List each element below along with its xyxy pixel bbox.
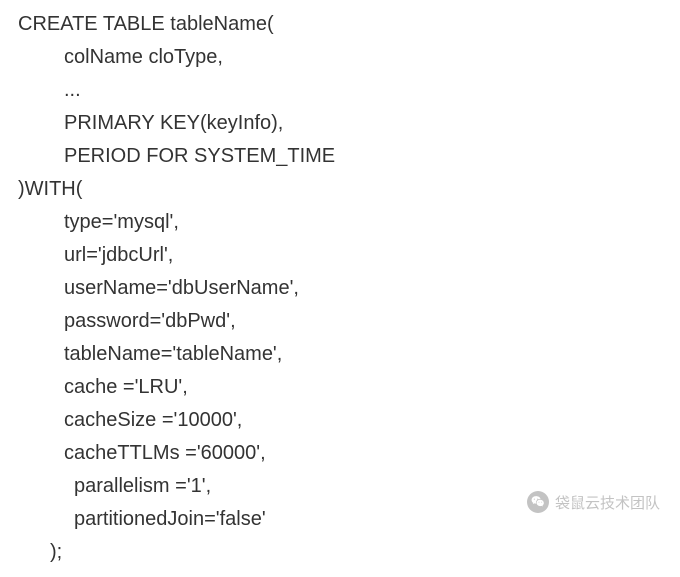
code-line: tableName='tableName', <box>18 338 662 371</box>
code-line: type='mysql', <box>18 206 662 239</box>
code-line: )WITH( <box>18 173 662 206</box>
code-line: cacheSize ='10000', <box>18 404 662 437</box>
code-line: cacheTTLMs ='60000', <box>18 437 662 470</box>
watermark: 袋鼠云技术团队 <box>527 491 660 513</box>
code-line: ... <box>18 74 662 107</box>
code-line: PERIOD FOR SYSTEM_TIME <box>18 140 662 173</box>
code-line: url='jdbcUrl', <box>18 239 662 272</box>
code-line: colName cloType, <box>18 41 662 74</box>
code-line: cache ='LRU', <box>18 371 662 404</box>
code-line: PRIMARY KEY(keyInfo), <box>18 107 662 140</box>
watermark-text: 袋鼠云技术团队 <box>555 492 660 513</box>
code-line: ); <box>18 536 662 569</box>
wechat-icon <box>527 491 549 513</box>
code-line: CREATE TABLE tableName( <box>18 8 662 41</box>
code-line: userName='dbUserName', <box>18 272 662 305</box>
code-line: password='dbPwd', <box>18 305 662 338</box>
